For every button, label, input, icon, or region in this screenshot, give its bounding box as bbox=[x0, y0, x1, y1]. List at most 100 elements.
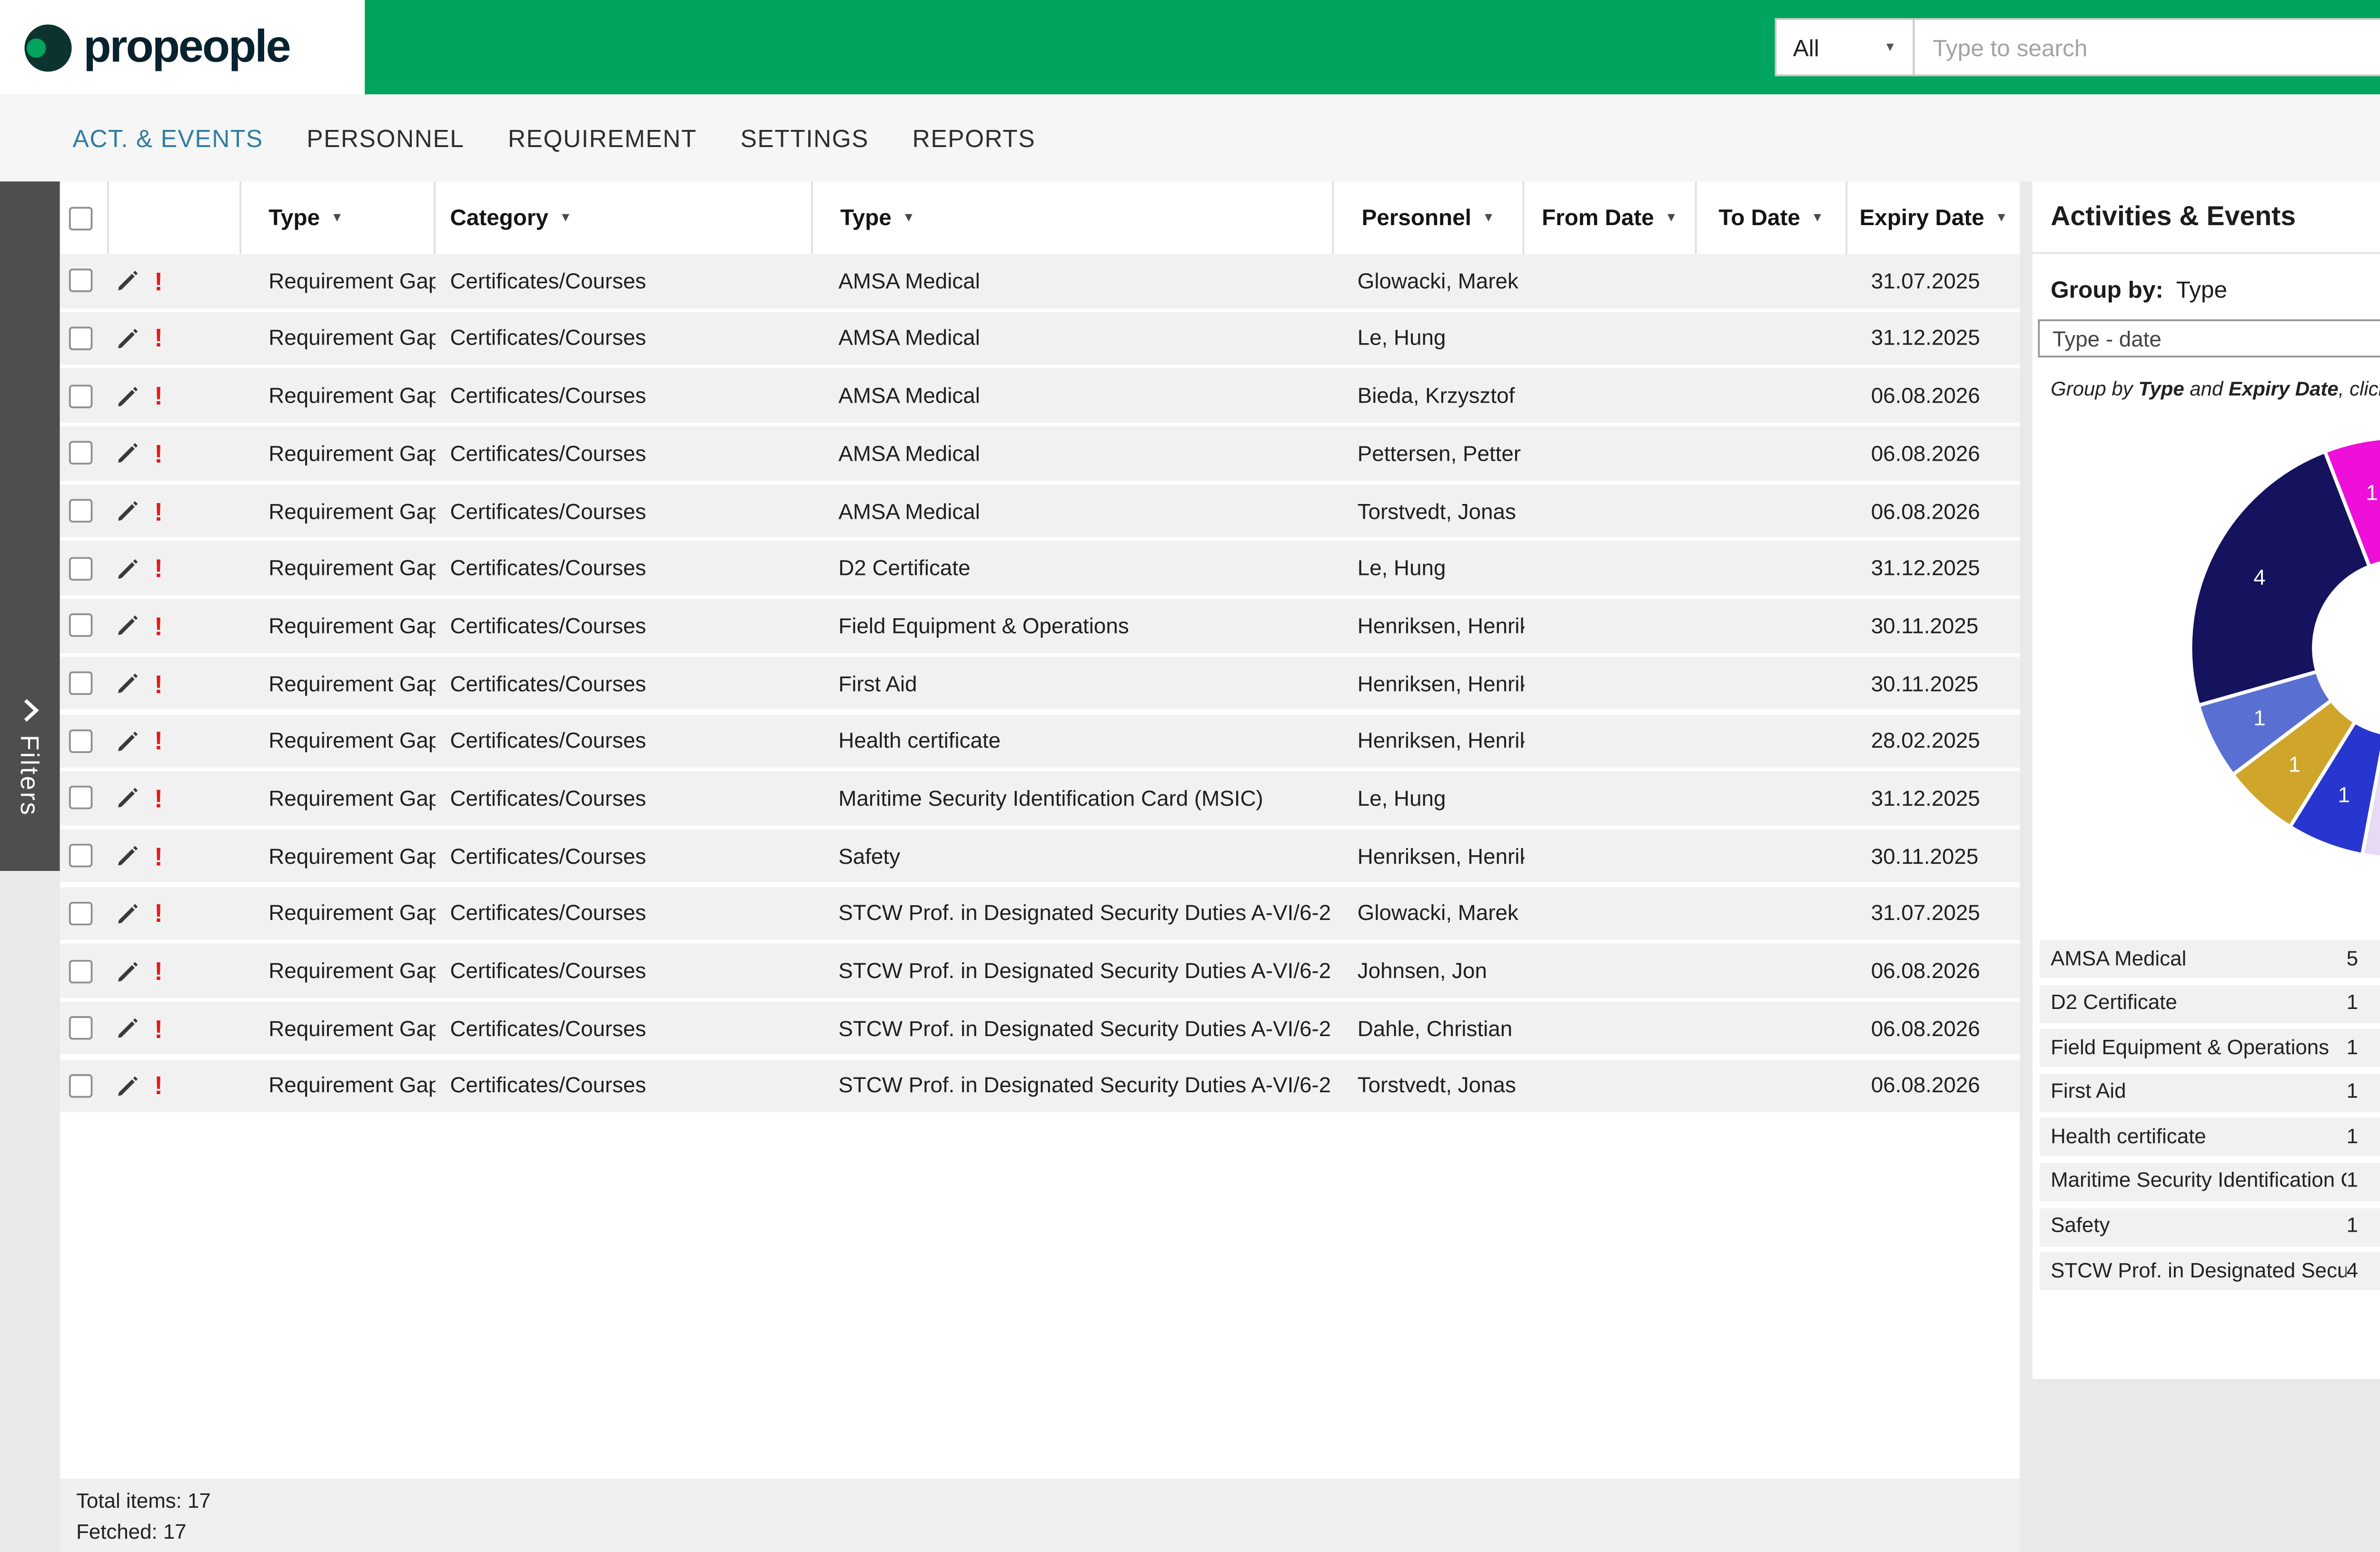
cell-category: Certificates/Courses bbox=[436, 326, 813, 351]
row-checkbox[interactable] bbox=[69, 844, 93, 868]
cell-category: Certificates/Courses bbox=[436, 1073, 813, 1098]
edit-icon[interactable] bbox=[116, 901, 140, 925]
global-search: All ▼ bbox=[1775, 18, 2380, 76]
legend-item[interactable]: AMSA Medical5 bbox=[2040, 940, 2380, 978]
filters-panel-toggle[interactable]: Filters bbox=[0, 181, 60, 871]
hint-bold-type: Type bbox=[2138, 379, 2184, 401]
legend-item[interactable]: D2 Certificate1 bbox=[2040, 985, 2380, 1023]
row-checkbox[interactable] bbox=[69, 442, 93, 465]
col-header-label: Category bbox=[450, 205, 549, 230]
row-checkbox[interactable] bbox=[69, 1074, 93, 1098]
edit-icon[interactable] bbox=[116, 959, 140, 983]
cell-category: Certificates/Courses bbox=[436, 786, 813, 811]
select-all-checkbox[interactable] bbox=[69, 206, 93, 230]
legend-item[interactable]: First Aid1 bbox=[2040, 1074, 2380, 1112]
legend-item[interactable]: STCW Prof. in Designated Security4 bbox=[2040, 1252, 2380, 1290]
search-scope-select[interactable]: All ▼ bbox=[1775, 18, 1915, 76]
donut-segment-value: 1 bbox=[2289, 752, 2301, 776]
legend-label: Field Equipment & Operations bbox=[2051, 1038, 2346, 1059]
cell-expiry-date: 06.08.2026 bbox=[1847, 441, 2020, 466]
cell-type: Requirement Gap bbox=[241, 900, 436, 926]
cell-type2: AMSA Medical bbox=[813, 268, 1334, 293]
tab-requirement[interactable]: REQUIREMENT bbox=[508, 124, 697, 151]
row-checkbox[interactable] bbox=[69, 556, 93, 580]
col-header-label: Expiry Date bbox=[1859, 205, 1984, 230]
row-checkbox[interactable] bbox=[69, 729, 93, 753]
search-scope-value: All bbox=[1793, 34, 1819, 61]
row-checkbox[interactable] bbox=[69, 326, 93, 350]
sort-icon: ▼ bbox=[1482, 211, 1495, 224]
col-header-label: From Date bbox=[1542, 205, 1654, 230]
sort-icon: ▼ bbox=[1811, 211, 1824, 224]
edit-icon[interactable] bbox=[116, 384, 140, 408]
edit-icon[interactable] bbox=[116, 786, 140, 810]
table-row: !Requirement GapCertificates/CoursesFirs… bbox=[60, 656, 2020, 710]
col-header-type2[interactable]: Type ▼ bbox=[813, 181, 1334, 254]
cell-personnel: Le, Hung bbox=[1334, 326, 1524, 351]
col-header-personnel[interactable]: Personnel ▼ bbox=[1334, 181, 1524, 254]
row-checkbox[interactable] bbox=[69, 269, 93, 293]
row-checkbox[interactable] bbox=[69, 384, 93, 408]
edit-icon[interactable] bbox=[116, 1074, 140, 1098]
col-header-category[interactable]: Category ▼ bbox=[436, 181, 813, 254]
app-window: propeople All ▼ ACT. & EVENTS PERSONNEL RE… bbox=[0, 0, 2380, 1552]
edit-icon[interactable] bbox=[116, 499, 140, 523]
row-checkbox[interactable] bbox=[69, 1017, 93, 1040]
row-checkbox[interactable] bbox=[69, 499, 93, 523]
tab-reports[interactable]: REPORTS bbox=[912, 124, 1036, 151]
cell-type2: AMSA Medical bbox=[813, 326, 1334, 351]
group-by-combobox[interactable]: Type - date × ▼ bbox=[2038, 319, 2380, 357]
edit-icon[interactable] bbox=[116, 442, 140, 465]
row-checkbox[interactable] bbox=[69, 786, 93, 810]
edit-icon[interactable] bbox=[116, 326, 140, 350]
tab-personnel[interactable]: PERSONNEL bbox=[307, 124, 464, 151]
legend-item[interactable]: Maritime Security Identification C1 bbox=[2040, 1163, 2380, 1201]
hint-text: , click on the chart pieces to drill dow… bbox=[2339, 379, 2380, 401]
legend-item[interactable]: Safety1 bbox=[2040, 1207, 2380, 1246]
alert-exclamation-icon: ! bbox=[154, 613, 163, 638]
table-row: !Requirement GapCertificates/CoursesSafe… bbox=[60, 829, 2020, 882]
col-header-type[interactable]: Type ▼ bbox=[241, 181, 436, 254]
alert-exclamation-icon: ! bbox=[154, 268, 163, 293]
cell-personnel: Henriksen, Henrik bbox=[1334, 843, 1524, 868]
table-row: !Requirement GapCertificates/CoursesAMSA… bbox=[60, 484, 2020, 537]
table-row: !Requirement GapCertificates/CoursesFiel… bbox=[60, 599, 2020, 652]
tab-settings[interactable]: SETTINGS bbox=[741, 124, 869, 151]
cell-type2: Health certificate bbox=[813, 728, 1334, 753]
legend-item[interactable]: Health certificate1 bbox=[2040, 1118, 2380, 1157]
total-items-text: Total items: 17 bbox=[76, 1488, 2020, 1518]
cell-type2: STCW Prof. in Designated Security Duties… bbox=[813, 1073, 1334, 1098]
edit-icon[interactable] bbox=[116, 269, 140, 293]
col-header-expiry-date[interactable]: Expiry Date ▼ bbox=[1847, 181, 2020, 254]
cell-expiry-date: 30.11.2025 bbox=[1847, 843, 2020, 868]
cell-category: Certificates/Courses bbox=[436, 613, 813, 638]
cell-type: Requirement Gap bbox=[241, 1073, 436, 1098]
hint-bold-expiry: Expiry Date bbox=[2229, 379, 2339, 401]
cell-type: Requirement Gap bbox=[241, 613, 436, 638]
tab-act-events[interactable]: ACT. & EVENTS bbox=[73, 124, 263, 151]
top-header: propeople All ▼ bbox=[0, 0, 2380, 94]
row-checkbox[interactable] bbox=[69, 614, 93, 638]
cell-type: Requirement Gap bbox=[241, 786, 436, 811]
row-checkbox[interactable] bbox=[69, 959, 93, 983]
search-input[interactable] bbox=[1914, 18, 2380, 76]
alert-exclamation-icon: ! bbox=[154, 1016, 163, 1041]
row-checkbox[interactable] bbox=[69, 672, 93, 695]
edit-icon[interactable] bbox=[116, 844, 140, 868]
row-checkbox[interactable] bbox=[69, 901, 93, 925]
chart-hint: Group by Type and Expiry Date, click on … bbox=[2051, 379, 2380, 401]
edit-icon[interactable] bbox=[116, 729, 140, 753]
hint-text: and bbox=[2184, 379, 2229, 401]
col-header-to-date[interactable]: To Date ▼ bbox=[1697, 181, 1847, 254]
edit-icon[interactable] bbox=[116, 556, 140, 580]
col-header-from-date[interactable]: From Date ▼ bbox=[1525, 181, 1697, 254]
edit-icon[interactable] bbox=[116, 1017, 140, 1040]
chevron-right-icon bbox=[21, 697, 39, 724]
logo[interactable]: propeople bbox=[0, 0, 365, 94]
edit-icon[interactable] bbox=[116, 614, 140, 638]
cell-personnel: Henriksen, Henrik bbox=[1334, 613, 1524, 638]
table-row: !Requirement GapCertificates/CoursesSTCW… bbox=[60, 1001, 2020, 1055]
edit-icon[interactable] bbox=[116, 672, 140, 695]
legend-item[interactable]: Field Equipment & Operations1 bbox=[2040, 1029, 2380, 1067]
legend-count: 1 bbox=[2347, 993, 2380, 1015]
